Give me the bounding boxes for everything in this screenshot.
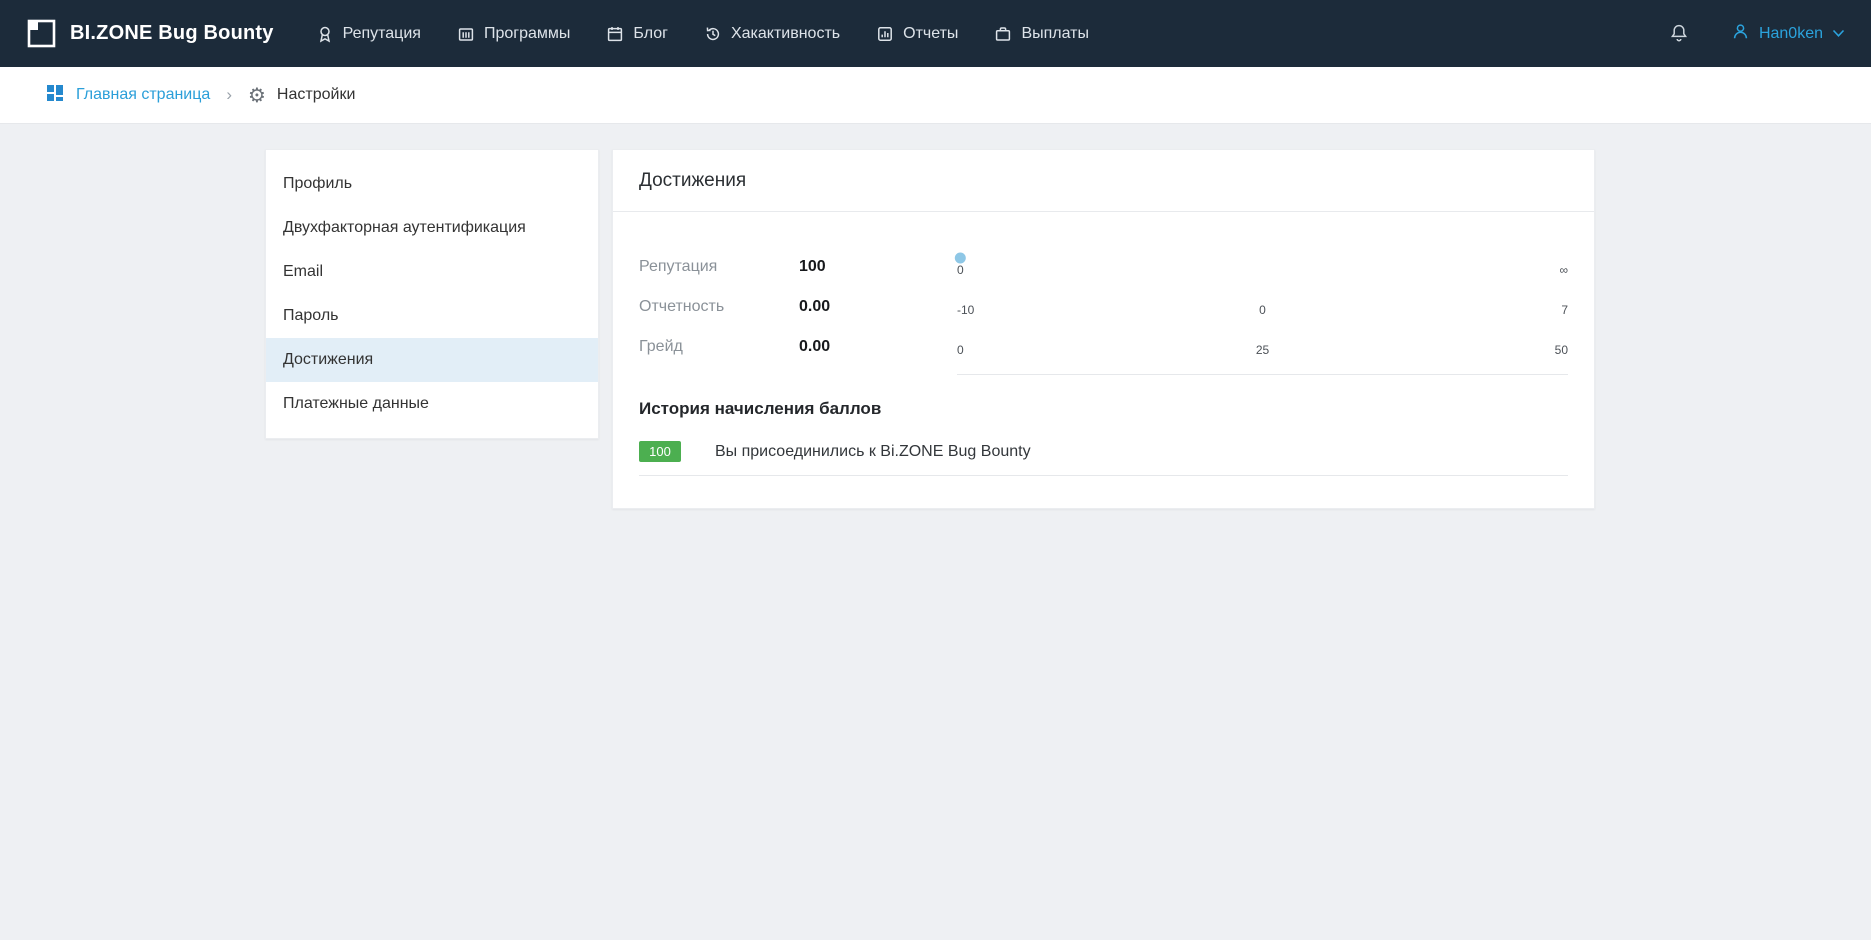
menu-item-achievements[interactable]: Достижения: [266, 338, 598, 382]
breadcrumb-separator-icon: ›: [226, 85, 232, 105]
calendar-icon: [606, 25, 624, 43]
metric-value: 0.00: [799, 338, 957, 356]
main-content: Профиль Двухфакторная аутентификация Ema…: [0, 124, 1871, 509]
menu-item-email[interactable]: Email: [266, 250, 598, 294]
breadcrumb-current-label: Настройки: [277, 86, 355, 104]
scale-max: 7: [1561, 303, 1568, 317]
scale-max: 50: [1555, 343, 1568, 357]
reporting-slider: -10 0 7: [957, 298, 1568, 317]
history-row: 100 Вы присоединились к Bi.ZONE Bug Boun…: [639, 441, 1568, 476]
menu-item-2fa[interactable]: Двухфакторная аутентификация: [266, 206, 598, 250]
history-icon: [704, 25, 722, 43]
scale-mid: 0: [1259, 303, 1266, 317]
metric-row-grade: Грейд 0.00 0 25 50: [639, 327, 1568, 367]
navbar-right: Han0ken: [1669, 22, 1845, 46]
building-icon: [457, 25, 475, 43]
nav-item-reports[interactable]: Отчеты: [876, 25, 958, 43]
menu-item-profile[interactable]: Профиль: [266, 162, 598, 206]
breadcrumb-current: ⚙ Настройки: [248, 85, 355, 105]
history-text: Вы присоединились к Bi.ZONE Bug Bounty: [715, 443, 1031, 461]
nav-item-label: Программы: [484, 25, 570, 43]
slider-labels: -10 0 7: [957, 303, 1568, 317]
scale-mid: 25: [1256, 343, 1269, 357]
breadcrumb: Главная страница › ⚙ Настройки: [0, 67, 1871, 124]
achievements-title: Достижения: [613, 150, 1594, 212]
metric-value: 100: [799, 258, 957, 276]
slider-labels: 0 ∞: [957, 263, 1568, 277]
nav-item-reputation[interactable]: Репутация: [316, 25, 421, 43]
slider-handle[interactable]: [955, 252, 966, 263]
scale-min: 0: [957, 343, 964, 357]
top-navbar: BI.ZONE Bug Bounty Репутация Программы: [0, 0, 1871, 67]
bell-icon[interactable]: [1669, 23, 1689, 44]
menu-item-payment-data[interactable]: Платежные данные: [266, 382, 598, 426]
nav-item-label: Репутация: [343, 25, 421, 43]
points-badge: 100: [639, 441, 681, 462]
dashboard-grid-icon: [45, 83, 65, 108]
main-nav: Репутация Программы Блог: [316, 25, 1089, 43]
award-icon: [316, 25, 334, 43]
achievements-panel: Достижения Репутация 100 0 ∞ Отчетн: [612, 149, 1595, 509]
metric-label: Грейд: [639, 338, 799, 356]
metric-row-reputation: Репутация 100 0 ∞: [639, 247, 1568, 287]
metric-row-reporting: Отчетность 0.00 -10 0 7: [639, 287, 1568, 327]
gear-icon: ⚙: [248, 85, 266, 105]
metric-label: Репутация: [639, 258, 799, 276]
scale-max: ∞: [1559, 263, 1568, 277]
scale-min: -10: [957, 303, 974, 317]
nav-item-blog[interactable]: Блог: [606, 25, 668, 43]
breadcrumb-home[interactable]: Главная страница: [45, 83, 210, 108]
grade-slider: 0 25 50: [957, 338, 1568, 357]
settings-menu: Профиль Двухфакторная аутентификация Ema…: [265, 149, 599, 439]
scale-min: 0: [957, 263, 964, 277]
bizone-logo-icon: [26, 18, 57, 49]
metric-label: Отчетность: [639, 298, 799, 316]
user-menu[interactable]: Han0ken: [1731, 22, 1845, 46]
metrics-section: Репутация 100 0 ∞ Отчетность 0.00: [613, 212, 1594, 375]
logo-text: BI.ZONE Bug Bounty: [70, 22, 274, 45]
metrics-divider: [957, 374, 1568, 375]
report-icon: [876, 25, 894, 43]
nav-item-label: Блог: [633, 25, 668, 43]
chevron-down-icon: [1832, 25, 1845, 43]
nav-item-label: Хакактивность: [731, 25, 840, 43]
user-icon: [1731, 22, 1750, 46]
nav-item-payouts[interactable]: Выплаты: [994, 25, 1089, 43]
username: Han0ken: [1759, 25, 1823, 43]
nav-item-label: Отчеты: [903, 25, 958, 43]
metric-value: 0.00: [799, 298, 957, 316]
logo[interactable]: BI.ZONE Bug Bounty: [26, 18, 274, 49]
reputation-slider: 0 ∞: [957, 258, 1568, 277]
slider-labels: 0 25 50: [957, 343, 1568, 357]
points-history-title: История начисления баллов: [639, 399, 1568, 419]
nav-item-programs[interactable]: Программы: [457, 25, 570, 43]
nav-item-hackactivity[interactable]: Хакактивность: [704, 25, 840, 43]
nav-item-label: Выплаты: [1021, 25, 1089, 43]
points-history-section: История начисления баллов 100 Вы присоед…: [613, 399, 1594, 508]
menu-item-password[interactable]: Пароль: [266, 294, 598, 338]
breadcrumb-home-label: Главная страница: [76, 86, 210, 104]
briefcase-icon: [994, 25, 1012, 43]
